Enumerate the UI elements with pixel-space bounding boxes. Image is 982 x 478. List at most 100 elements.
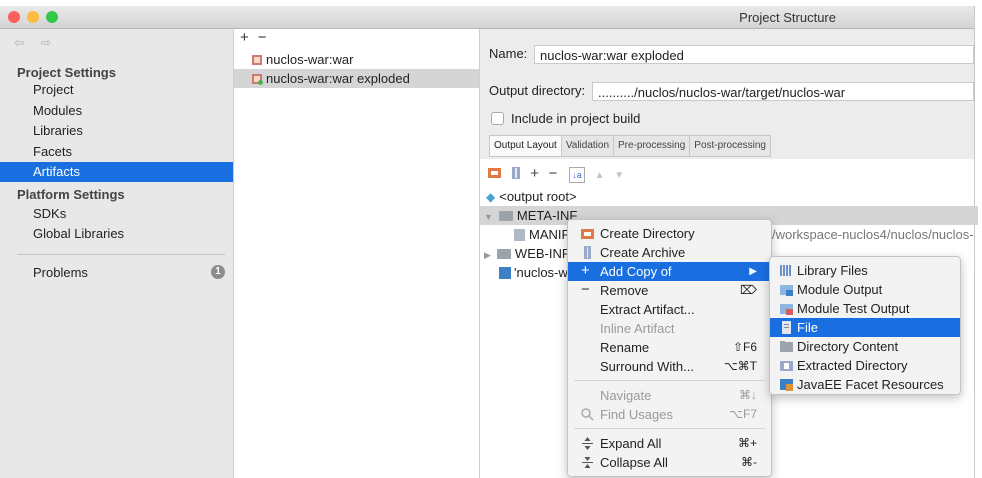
sidebar-item-sdks[interactable]: SDKs [0, 204, 233, 224]
submenu-file[interactable]: File [770, 318, 960, 337]
sidebar-item-facets[interactable]: Facets [0, 142, 233, 162]
add-element-icon[interactable]: + [530, 165, 539, 182]
back-forward-arrows-icon[interactable]: ⇦ ⇨ [14, 35, 57, 51]
settings-sidebar: ⇦ ⇨ Project Settings Project Modules Lib… [0, 29, 234, 478]
sort-icon[interactable]: ↓a [569, 167, 586, 183]
menu-item-label: Collapse All [600, 455, 668, 470]
create-directory-icon [581, 229, 594, 239]
submenu-item-label: Module Output [797, 282, 883, 297]
menu-create-directory[interactable]: Create Directory [568, 224, 771, 243]
artifact-item-war[interactable]: nuclos-war:war [234, 50, 479, 69]
menu-item-label: Expand All [600, 436, 662, 451]
add-artifact-button[interactable]: + [240, 29, 258, 46]
menu-find-usages[interactable]: Find Usages ⌥F7 [568, 405, 771, 424]
artifact-item-war-exploded[interactable]: nuclos-war:war exploded [234, 69, 479, 88]
submenu-arrow-icon: ▶ [749, 266, 757, 277]
menu-remove[interactable]: − Remove ⌦ [568, 281, 771, 300]
search-icon [581, 408, 594, 421]
name-label: Name: [489, 46, 528, 61]
menu-rename[interactable]: Rename ⇧F6 [568, 338, 771, 357]
manifest-file-icon [514, 229, 525, 241]
sidebar-item-libraries[interactable]: Libraries [0, 121, 233, 141]
collapse-all-icon [582, 457, 593, 468]
sidebar-item-project[interactable]: Project [0, 80, 233, 100]
collapse-arrow-icon[interactable]: ▶ [484, 250, 491, 260]
name-field[interactable]: nuclos-war:war exploded [534, 45, 974, 64]
menu-create-archive[interactable]: Create Archive [568, 243, 771, 262]
new-archive-icon[interactable] [511, 167, 520, 179]
menu-item-label: Navigate [600, 388, 652, 403]
sidebar-item-artifacts[interactable]: Artifacts [0, 162, 233, 182]
list-toolbar: +− [240, 29, 276, 46]
submenu-item-label: Library Files [797, 263, 868, 278]
tree-label: 'nuclos-wa [514, 265, 576, 280]
platform-settings-header: Platform Settings [17, 187, 125, 202]
submenu-directory-content[interactable]: Directory Content [770, 337, 960, 356]
menu-separator [574, 380, 765, 381]
submenu-module-test-output[interactable]: Module Test Output [770, 299, 960, 318]
war-artifact-icon [252, 55, 262, 65]
add-copy-of-submenu: Library Files Module Output Module Test … [769, 256, 961, 395]
sidebar-item-problems[interactable]: Problems [0, 263, 233, 283]
menu-item-label: Extract Artifact... [600, 302, 695, 317]
tab-output-layout[interactable]: Output Layout [489, 135, 561, 157]
shortcut: ⌘- [741, 455, 757, 469]
output-directory-label: Output directory: [489, 83, 586, 98]
title-bar: Project Structure [0, 6, 974, 29]
output-root-icon: ◆ [486, 190, 496, 204]
minus-icon: − [581, 281, 590, 298]
artifact-label: nuclos-war:war exploded [266, 71, 410, 86]
file-icon [782, 321, 791, 334]
javaee-facet-icon [780, 379, 793, 391]
menu-surround-with[interactable]: Surround With... ⌥⌘T [568, 357, 771, 376]
menu-separator [574, 428, 765, 429]
include-in-build-label: Include in project build [511, 111, 641, 126]
artifacts-list-panel: +− nuclos-war:war nuclos-war:war explode… [234, 29, 480, 478]
submenu-item-label: Extracted Directory [797, 358, 908, 373]
shortcut: ⌥F7 [729, 407, 757, 421]
expand-arrow-icon[interactable]: ▼ [484, 212, 493, 222]
tree-toolbar: + − ↓a ▲ ▼ [488, 165, 624, 183]
tab-validation[interactable]: Validation [560, 135, 614, 157]
menu-extract-artifact[interactable]: Extract Artifact... [568, 300, 771, 319]
menu-item-label: Add Copy of [600, 264, 672, 279]
create-archive-icon [584, 246, 591, 259]
problems-count-badge: 1 [211, 265, 225, 279]
tree-row-output-root[interactable]: ◆ <output root> [480, 187, 980, 206]
directory-content-icon [780, 341, 793, 352]
menu-item-label: Remove [600, 283, 649, 298]
menu-add-copy-of[interactable]: + Add Copy of ▶ [568, 262, 771, 281]
menu-item-label: Rename [600, 340, 650, 355]
tree-label: WEB-INF [514, 246, 570, 261]
new-directory-icon[interactable] [488, 167, 502, 179]
sidebar-item-global-libraries[interactable]: Global Libraries [0, 224, 233, 244]
move-down-icon[interactable]: ▼ [614, 170, 624, 181]
menu-item-label: Inline Artifact [600, 321, 675, 336]
menu-item-label: Surround With... [600, 359, 694, 374]
library-icon [780, 265, 791, 276]
menu-navigate[interactable]: Navigate ⌘↓ [568, 386, 771, 405]
remove-artifact-button[interactable]: − [258, 29, 276, 46]
include-in-build-checkbox[interactable] [491, 112, 504, 125]
submenu-library-files[interactable]: Library Files [770, 261, 960, 280]
move-up-icon[interactable]: ▲ [595, 170, 605, 181]
submenu-module-output[interactable]: Module Output [770, 280, 960, 299]
shortcut: ⌘+ [737, 436, 757, 450]
details-tabs: Output Layout Validation Pre-processing … [489, 135, 771, 157]
submenu-javaee-facet-resources[interactable]: JavaEE Facet Resources [770, 375, 960, 394]
extracted-directory-icon [780, 361, 793, 371]
output-directory-field[interactable]: ........../nuclos/nuclos-war/target/nucl… [592, 82, 974, 101]
module-test-output-icon [780, 304, 793, 315]
sidebar-item-modules[interactable]: Modules [0, 101, 233, 121]
menu-item-label: Find Usages [600, 407, 673, 422]
submenu-extracted-directory[interactable]: Extracted Directory [770, 356, 960, 375]
menu-expand-all[interactable]: Expand All ⌘+ [568, 434, 771, 453]
menu-collapse-all[interactable]: Collapse All ⌘- [568, 453, 771, 472]
tab-pre-processing[interactable]: Pre-processing [613, 135, 690, 157]
shortcut: ⌦ [740, 283, 757, 297]
remove-element-icon[interactable]: − [549, 165, 558, 182]
menu-item-label: Create Archive [600, 245, 686, 260]
menu-inline-artifact[interactable]: Inline Artifact [568, 319, 771, 338]
context-menu: Create Directory Create Archive + Add Co… [567, 219, 772, 477]
tab-post-processing[interactable]: Post-processing [689, 135, 771, 157]
